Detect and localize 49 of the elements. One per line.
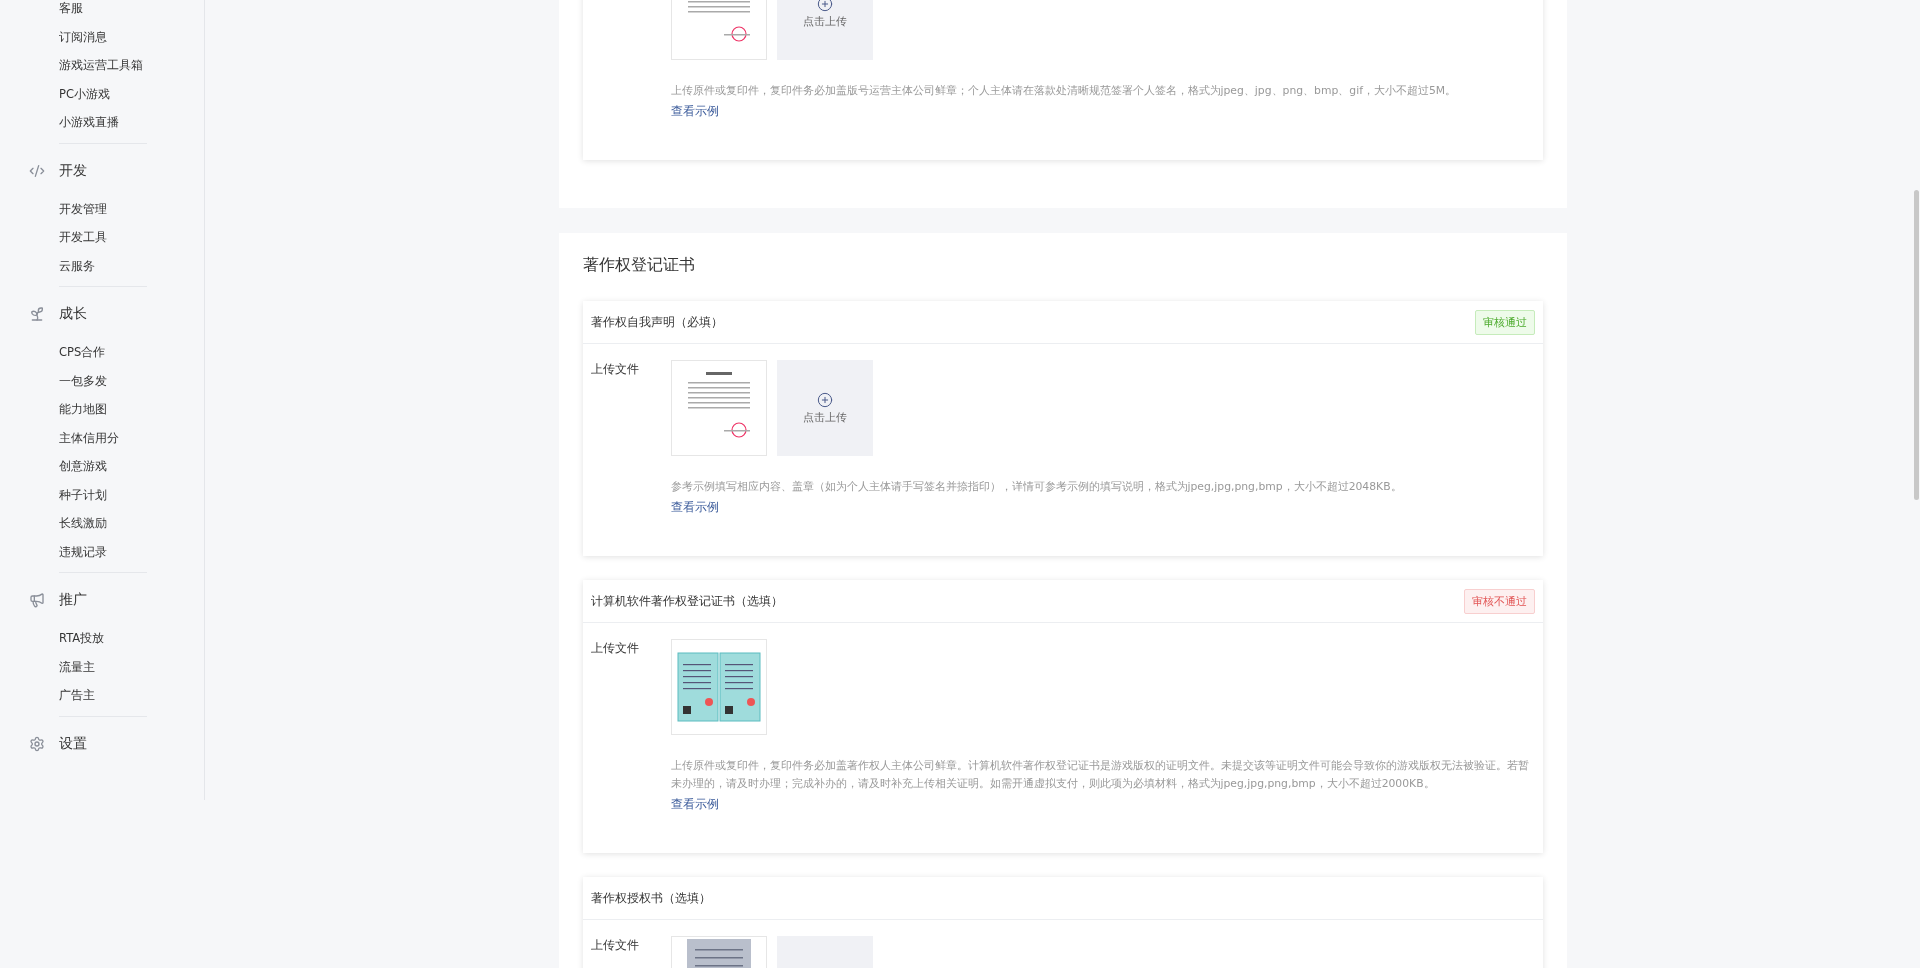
sidebar-item[interactable]: 开发管理 [59,194,204,223]
view-example-link[interactable]: 查看示例 [670,104,719,118]
card-title: 著作权授权书（选填） [590,889,711,907]
sidebar-section-title[interactable]: 推广 [59,591,87,609]
sidebar-item[interactable]: 主体信用分 [59,423,204,452]
upload-button[interactable]: 点击上传 [776,360,873,456]
sidebar-item[interactable]: CPS合作 [59,338,204,367]
field-label: 上传文件 [590,937,640,954]
sidebar-item[interactable]: 一包多发 [59,366,204,395]
sidebar-item[interactable]: 订阅消息 [59,22,204,51]
sidebar-item[interactable]: 开发工具 [59,223,204,252]
sidebar-item[interactable]: 流量主 [59,652,204,681]
sidebar-section-title[interactable]: 设置 [59,734,87,753]
sidebar-item[interactable]: 种子计划 [59,480,204,509]
card-title: 计算机软件著作权登记证书（选填） [590,592,783,610]
upload-button[interactable]: 点击上传 [776,0,873,60]
hint-text: 上传原件或复印件，复印件务必加盖版号运营主体公司鲜章；个人主体请在落款处清晰规范签署个人签名，格式为jpeg、jpg、png、bmp、gif，大小不超过5M。 [670,83,1458,99]
sidebar-section-title[interactable]: 开发 [59,161,87,180]
sidebar-item[interactable]: 游戏运营工具箱 [59,51,204,80]
sidebar-item[interactable]: 广告主 [59,681,204,710]
plus-icon [816,0,833,12]
field-label: 上传文件 [590,361,640,378]
sprout-icon [29,306,45,322]
sidebar-item[interactable]: 客服 [59,0,204,23]
sidebar-item[interactable]: PC小游戏 [59,79,204,108]
sidebar-item[interactable]: 违规记录 [59,537,204,566]
megaphone-icon [29,592,45,608]
hint-text: 上传原件或复印件，复印件务必加盖著作权人主体公司鲜章。计算机软件著作权登记证书是游戏版权的证明文件。未提交该等证明文件可能会导致你的游戏版权无法被验证。若暂未办理的，请及时办理；完成补办的，请及时补充上传相关证明。如需开通虚拟支付，则此项为必填材料，格式为jpeg,jpg,png,bmp，大小不超过2000KB。 [670,758,1530,792]
code-icon [29,162,45,179]
sidebar-item[interactable]: 创意游戏 [59,452,204,481]
file-thumbnail[interactable] [670,639,767,735]
hint-text: 参考示例填写相应内容、盖章（如为个人主体请手写签名并捺指印），详情可参考示例的填写说明，格式为jpeg,jpg,png,bmp，大小不超过2048KB。 [670,479,1403,495]
sidebar-item[interactable]: 能力地图 [59,395,204,424]
scrollbar-thumb[interactable] [1914,190,1919,500]
sidebar-section-title[interactable]: 成长 [59,305,87,323]
settings-icon [29,735,45,752]
section-title: 著作权登记证书 [582,254,696,276]
status-badge: 审核通过 [1474,309,1535,335]
file-thumbnail[interactable] [670,360,767,456]
field-label: 上传文件 [590,640,640,657]
view-example-link[interactable]: 查看示例 [670,797,719,811]
view-example-link[interactable]: 查看示例 [670,500,719,514]
sidebar-item[interactable]: 小游戏直播 [59,108,204,137]
card-title: 著作权自我声明（必填） [590,313,723,331]
sidebar-item[interactable]: 长线激励 [59,509,204,538]
status-badge: 审核不通过 [1463,588,1535,614]
sidebar-item[interactable]: RTA投放 [59,624,204,653]
plus-icon [816,391,833,408]
sidebar-item[interactable]: 云服务 [59,251,204,280]
